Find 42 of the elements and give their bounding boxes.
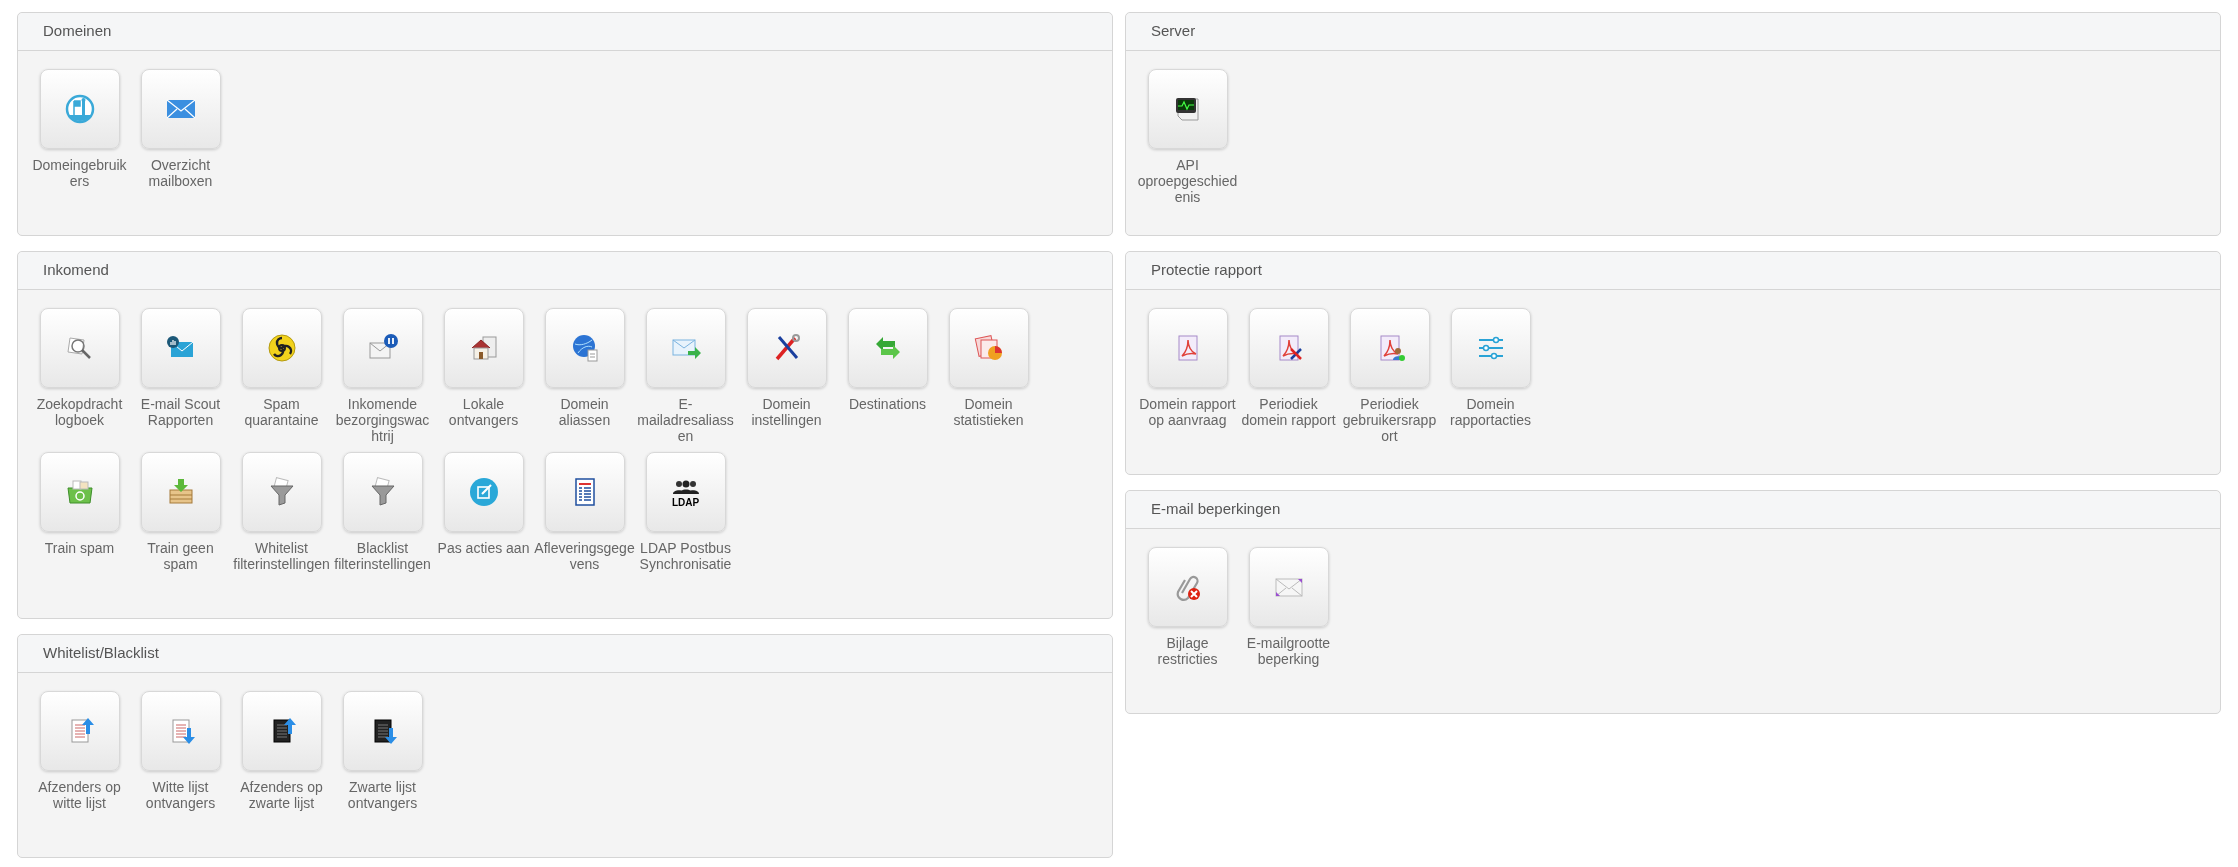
edit-icon: [467, 476, 500, 508]
shortcut-label[interactable]: Whitelist filterinstellingen: [231, 540, 332, 572]
shortcut-label[interactable]: Domein rapport op aanvraag: [1137, 396, 1238, 428]
shortcut-label[interactable]: E-mailadresaliassen: [635, 396, 736, 444]
shortcut-label[interactable]: API oproepgeschiedenis: [1137, 157, 1238, 205]
shortcut-label[interactable]: Overzicht mailboxen: [130, 157, 231, 189]
shortcut-label[interactable]: E-mailgrootte beperking: [1238, 635, 1339, 667]
shortcut-label[interactable]: Destinations: [837, 396, 938, 412]
shortcut-button[interactable]: LDAP: [645, 452, 726, 532]
shortcut-button[interactable]: [342, 691, 423, 771]
shortcut-label[interactable]: Blacklist filterinstellingen: [332, 540, 433, 572]
shortcut-label[interactable]: Witte lijst ontvangers: [130, 779, 231, 811]
shortcut-label[interactable]: Spam quarantaine: [231, 396, 332, 428]
shortcut-label[interactable]: Afzenders op zwarte lijst: [231, 779, 332, 811]
panel-title: Inkomend: [43, 260, 109, 281]
panel-title: Domeinen: [43, 21, 112, 42]
shortcut-label[interactable]: Domein statistieken: [938, 396, 1039, 428]
shortcut-label[interactable]: Bijlage restricties: [1137, 635, 1238, 667]
shortcut-label[interactable]: Inkomende bezorgingswachtrij: [332, 396, 433, 444]
shortcut-label[interactable]: LDAP Postbus Synchronisatie: [635, 540, 736, 572]
panel-title: Whitelist/Blacklist: [43, 643, 159, 664]
shortcut-label[interactable]: Afleveringsgegevens: [534, 540, 635, 572]
shortcut-label[interactable]: Domein rapportacties: [1440, 396, 1541, 428]
shortcut-label[interactable]: Periodiek gebruikersrapport: [1339, 396, 1440, 444]
shortcut-label[interactable]: Domeingebruikers: [29, 157, 130, 189]
shortcut-label[interactable]: Train spam: [29, 540, 130, 556]
shortcut-button[interactable]: [1147, 69, 1228, 149]
shortcut-label[interactable]: Periodiek domein rapport: [1238, 396, 1339, 428]
shortcut-label[interactable]: Train geen spam: [130, 540, 231, 572]
panel-title: Protectie rapport: [1151, 260, 1262, 281]
shortcut-label[interactable]: Afzenders op witte lijst: [29, 779, 130, 811]
shortcut-label[interactable]: Lokale ontvangers: [433, 396, 534, 428]
panel-title: Server: [1151, 21, 1196, 42]
shortcut-label[interactable]: Zwarte lijst ontvangers: [332, 779, 433, 811]
panel-title: E-mail beperkingen: [1151, 499, 1281, 520]
shortcut-label[interactable]: Domein aliassen: [534, 396, 635, 428]
shortcut-button[interactable]: [241, 691, 322, 771]
shortcut-label[interactable]: Pas acties aan: [433, 540, 534, 556]
icon-caption: LDAP: [671, 498, 700, 508]
shortcut-label[interactable]: E-mail Scout Rapporten: [130, 396, 231, 428]
shortcut-label[interactable]: Zoekopdracht logboek: [29, 396, 130, 428]
shortcut-label[interactable]: Domein instellingen: [736, 396, 837, 428]
